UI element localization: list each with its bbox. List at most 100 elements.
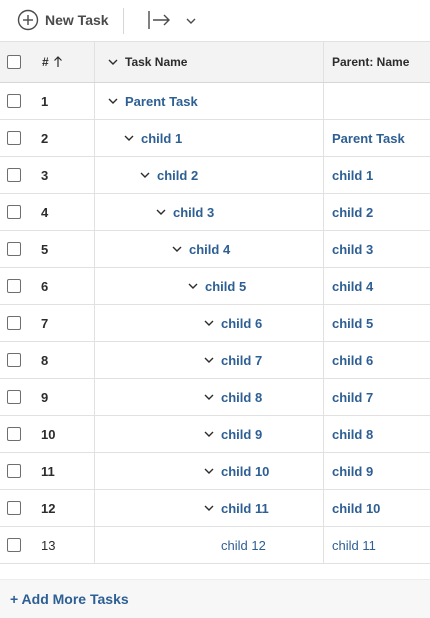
task-name-link[interactable]: child 12 [221,538,266,553]
row-checkbox[interactable] [7,279,21,293]
collapse-chevron-icon[interactable] [203,428,215,440]
column-header-task-name[interactable]: Task Name [94,42,323,82]
table-row[interactable]: 7 child 6 child 5 [0,305,430,342]
parent-name-link[interactable]: child 8 [332,427,373,442]
parent-name-cell: child 1 [323,157,430,193]
collapse-chevron-icon[interactable] [155,206,167,218]
collapse-chevron-icon[interactable] [203,391,215,403]
task-number: 9 [41,389,49,405]
parent-name-link[interactable]: child 6 [332,353,373,368]
row-select-cell [0,268,28,304]
task-name-link[interactable]: child 1 [141,131,182,146]
export-dropdown-button[interactable] [184,14,198,28]
row-select-cell [0,490,28,526]
task-name-link[interactable]: child 6 [221,316,262,331]
table-row[interactable]: 3 child 2 child 1 [0,157,430,194]
parent-name-link[interactable]: child 3 [332,242,373,257]
task-number: 11 [41,463,55,479]
parent-name-link[interactable]: Parent Task [332,131,405,146]
task-name-link[interactable]: child 5 [205,279,246,294]
row-checkbox[interactable] [7,316,21,330]
table-row[interactable]: 5 child 4 child 3 [0,231,430,268]
parent-name-cell: child 11 [323,527,430,563]
select-all-cell [0,42,28,82]
table-row[interactable]: 1 Parent Task [0,83,430,120]
add-more-tasks-link[interactable]: + Add More Tasks [10,591,129,607]
parent-name-link[interactable]: child 10 [332,501,380,516]
parent-name-link[interactable]: child 4 [332,279,373,294]
task-name-link[interactable]: child 3 [173,205,214,220]
task-name-link[interactable]: child 8 [221,390,262,405]
row-checkbox[interactable] [7,538,21,552]
row-select-cell [0,194,28,230]
task-name-link[interactable]: child 7 [221,353,262,368]
collapse-chevron-icon[interactable] [107,95,119,107]
column-header-number[interactable]: # [28,42,94,82]
collapse-chevron-icon[interactable] [139,169,151,181]
parent-name-link[interactable]: child 5 [332,316,373,331]
parent-name-cell: child 6 [323,342,430,378]
column-header-parent-name[interactable]: Parent: Name [323,42,430,82]
row-checkbox[interactable] [7,464,21,478]
row-select-cell [0,453,28,489]
row-checkbox[interactable] [7,427,21,441]
task-name-link[interactable]: child 11 [221,501,269,516]
row-checkbox[interactable] [7,501,21,515]
row-checkbox[interactable] [7,168,21,182]
parent-name-cell: child 9 [323,453,430,489]
task-name-link[interactable]: child 9 [221,427,262,442]
row-checkbox[interactable] [7,242,21,256]
parent-name-link[interactable]: child 1 [332,168,373,183]
row-checkbox[interactable] [7,205,21,219]
row-checkbox[interactable] [7,94,21,108]
collapse-chevron-icon[interactable] [171,243,183,255]
parent-name-header-label: Parent: Name [332,55,410,69]
toolbar: New Task [0,0,430,41]
task-name-link[interactable]: child 2 [157,168,198,183]
collapse-chevron-icon[interactable] [203,317,215,329]
parent-name-link[interactable]: child 7 [332,390,373,405]
table-row[interactable]: 12 child 11 child 10 [0,490,430,527]
task-number: 6 [41,278,49,294]
row-checkbox[interactable] [7,353,21,367]
task-number: 5 [41,241,49,257]
row-select-cell [0,342,28,378]
parent-name-cell: child 2 [323,194,430,230]
parent-name-link[interactable]: child 11 [332,538,376,553]
row-checkbox[interactable] [7,390,21,404]
table-row[interactable]: 6 child 5 child 4 [0,268,430,305]
new-task-button[interactable]: New Task [17,9,109,31]
collapse-chevron-icon[interactable] [203,502,215,514]
table-row[interactable]: 9 child 8 child 7 [0,379,430,416]
chevron-down-icon [186,18,196,24]
table-row[interactable]: 4 child 3 child 2 [0,194,430,231]
task-name-link[interactable]: child 4 [189,242,230,257]
collapse-chevron-icon[interactable] [123,132,135,144]
task-number: 1 [41,93,49,109]
parent-name-cell [323,83,430,119]
plus-circle-icon [17,9,39,31]
collapse-chevron-icon[interactable] [203,465,215,477]
collapse-chevron-icon[interactable] [187,280,199,292]
row-select-cell [0,527,28,563]
select-all-checkbox[interactable] [7,55,21,69]
row-select-cell [0,231,28,267]
task-name-cell: child 9 [94,416,323,452]
task-name-link[interactable]: child 10 [221,464,269,479]
table-row[interactable]: 10 child 9 child 8 [0,416,430,453]
table-row[interactable]: 8 child 7 child 6 [0,342,430,379]
row-checkbox[interactable] [7,131,21,145]
parent-name-cell: child 3 [323,231,430,267]
parent-name-link[interactable]: child 9 [332,464,373,479]
table-row[interactable]: 11 child 10 child 9 [0,453,430,490]
task-name-cell: child 5 [94,268,323,304]
export-button[interactable] [146,9,172,31]
parent-name-link[interactable]: child 2 [332,205,373,220]
task-number: 2 [41,130,49,146]
task-name-link[interactable]: Parent Task [125,94,198,109]
sort-ascending-icon [53,56,62,67]
table-row[interactable]: 2 child 1 Parent Task [0,120,430,157]
collapse-chevron-icon[interactable] [203,354,215,366]
table-row[interactable]: 13 child 12 child 11 [0,527,430,564]
task-name-cell: child 1 [94,120,323,156]
